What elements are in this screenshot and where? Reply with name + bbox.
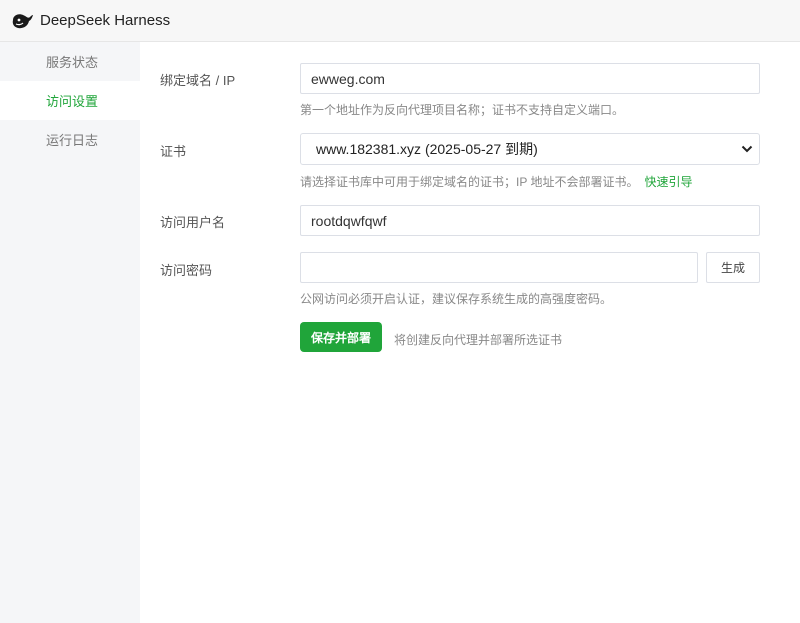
cert-label: 证书 bbox=[160, 144, 187, 159]
sidebar-item-run-logs[interactable]: 运行日志 bbox=[0, 120, 140, 159]
generate-password-button[interactable]: 生成 bbox=[706, 252, 760, 283]
username-label: 访问用户名 bbox=[160, 215, 226, 230]
app-title: DeepSeek Harness bbox=[40, 12, 171, 29]
password-input[interactable] bbox=[300, 252, 698, 283]
cert-select-value: www.182381.xyz (2025-05-27 到期) bbox=[316, 141, 538, 157]
domain-label: 绑定域名 / IP bbox=[160, 73, 236, 88]
domain-hint: 第一个地址作为反向代理项目名称；证书不支持自定义端口。 bbox=[300, 103, 625, 117]
cert-hint-text: 请选择证书库中可用于绑定域名的证书；IP 地址不会部署证书。 bbox=[300, 175, 639, 189]
password-hint: 公网访问必须开启认证，建议保存系统生成的高强度密码。 bbox=[300, 292, 613, 306]
save-note: 将创建反向代理并部署所选证书 bbox=[394, 333, 563, 347]
save-and-deploy-button[interactable]: 保存并部署 bbox=[300, 322, 382, 352]
domain-input[interactable] bbox=[300, 63, 760, 94]
cert-hint: 请选择证书库中可用于绑定域名的证书；IP 地址不会部署证书。 快速引导 bbox=[300, 173, 692, 190]
username-input[interactable] bbox=[300, 205, 760, 236]
quick-guide-link[interactable]: 快速引导 bbox=[644, 175, 692, 189]
password-label: 访问密码 bbox=[160, 263, 213, 278]
settings-form: 绑定域名 / IP 第一个地址作为反向代理项目名称；证书不支持自定义端口。 证书… bbox=[140, 42, 800, 623]
sidebar-item-service-status[interactable]: 服务状态 bbox=[0, 42, 140, 81]
sidebar: 服务状态 访问设置 运行日志 bbox=[0, 42, 140, 623]
sidebar-item-access-settings[interactable]: 访问设置 bbox=[0, 81, 140, 120]
whale-icon bbox=[12, 13, 33, 28]
chevron-down-icon bbox=[741, 145, 753, 153]
title-bar: DeepSeek Harness bbox=[0, 0, 800, 42]
cert-select[interactable]: www.182381.xyz (2025-05-27 到期) bbox=[300, 133, 760, 165]
